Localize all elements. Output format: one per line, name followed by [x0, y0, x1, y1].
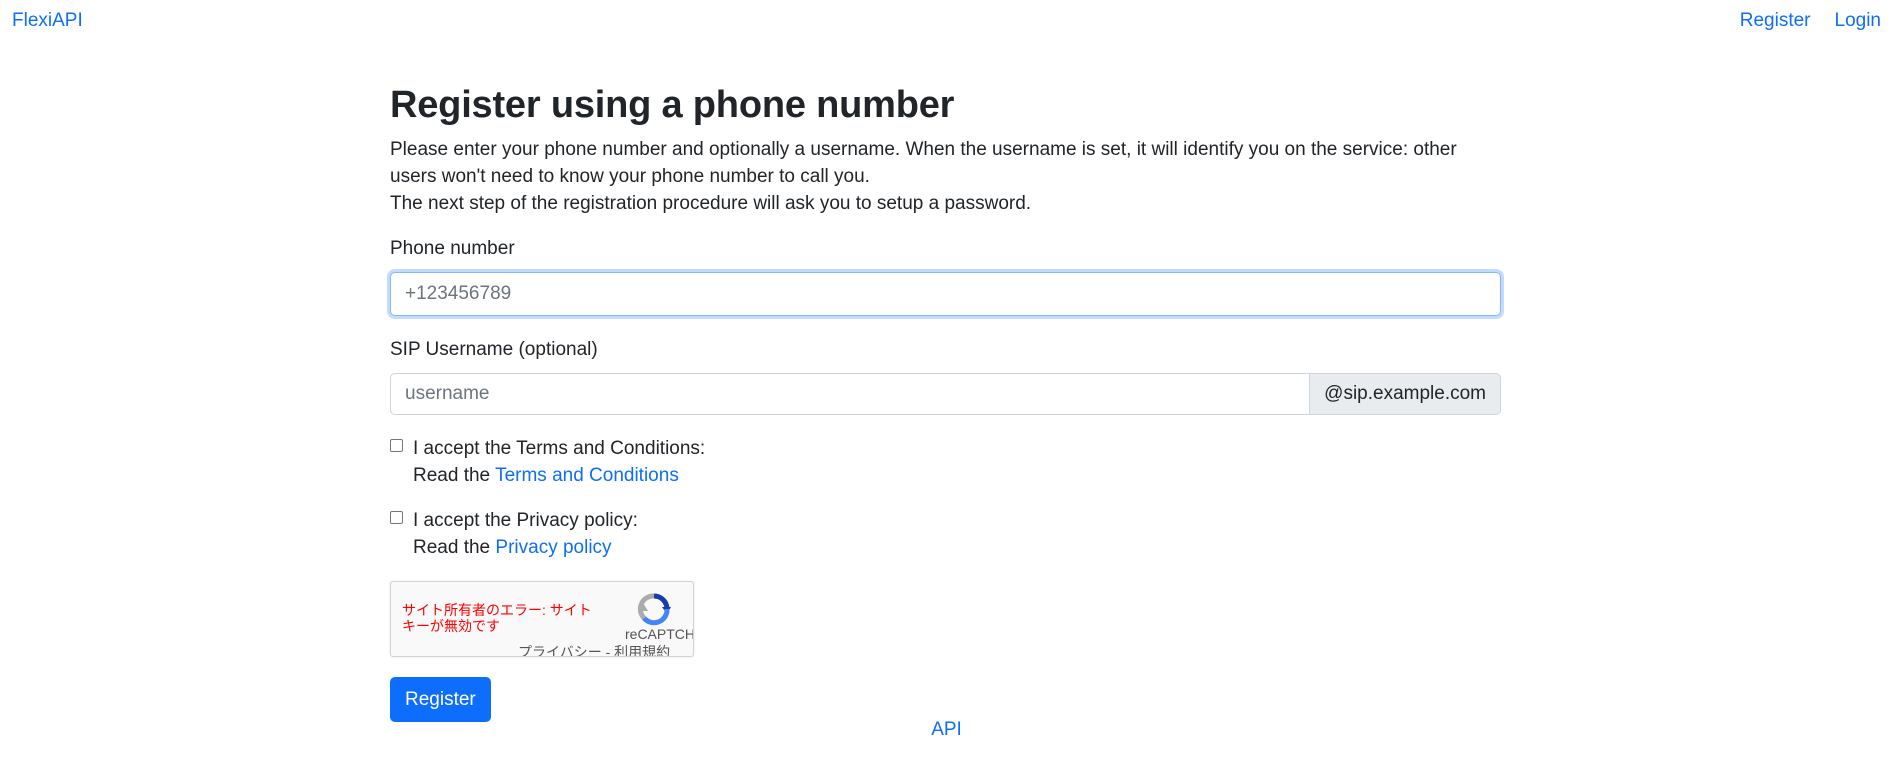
- privacy-read-prefix: Read the: [413, 537, 491, 558]
- phone-input[interactable]: [390, 272, 1501, 316]
- intro-next-step: The next step of the registration proced…: [390, 193, 1032, 214]
- footer: API: [0, 719, 1893, 741]
- main-content: Register using a phone number Please ent…: [390, 82, 1501, 722]
- terms-checkbox[interactable]: [390, 439, 403, 452]
- intro-paragraph: Please enter your phone number and optio…: [390, 139, 1457, 187]
- sip-domain-suffix: @sip.example.com: [1310, 373, 1501, 415]
- terms-read-line: Read the Terms and Conditions: [413, 462, 1501, 489]
- recaptcha-terms-links[interactable]: プライバシー - 利用規約: [518, 642, 670, 656]
- terms-checkbox-row: I accept the Terms and Conditions: Read …: [390, 435, 1501, 489]
- sip-username-label: SIP Username (optional): [390, 339, 598, 360]
- top-nav: Register Login: [1740, 10, 1881, 32]
- privacy-checkbox[interactable]: [390, 511, 403, 524]
- recaptcha-brand-label: reCAPTCHA: [625, 626, 693, 642]
- page-title: Register using a phone number: [390, 84, 955, 126]
- intro-text: Please enter your phone number and optio…: [390, 136, 1501, 217]
- privacy-accept-label[interactable]: I accept the Privacy policy:: [413, 507, 1501, 534]
- recaptcha-error: サイト所有者のエラー: サイトキーが無効です: [402, 602, 592, 634]
- sip-username-group: @sip.example.com: [390, 373, 1501, 415]
- terms-accept-label[interactable]: I accept the Terms and Conditions:: [413, 435, 1501, 462]
- sip-username-input[interactable]: [390, 373, 1311, 415]
- footer-api-link[interactable]: API: [931, 719, 962, 740]
- terms-link[interactable]: Terms and Conditions: [495, 465, 679, 486]
- terms-read-prefix: Read the: [413, 465, 491, 486]
- privacy-link[interactable]: Privacy policy: [495, 537, 611, 558]
- nav-login-link[interactable]: Login: [1835, 10, 1882, 32]
- privacy-checkbox-row: I accept the Privacy policy: Read the Pr…: [390, 507, 1501, 561]
- register-submit-button[interactable]: Register: [390, 677, 491, 722]
- recaptcha-widget[interactable]: サイト所有者のエラー: サイトキーが無効です reCAPTCHA プライバシー …: [390, 581, 694, 657]
- brand-link[interactable]: FlexiAPI: [12, 10, 83, 32]
- privacy-read-line: Read the Privacy policy: [413, 534, 1501, 561]
- nav-register-link[interactable]: Register: [1740, 10, 1811, 32]
- phone-label: Phone number: [390, 238, 515, 259]
